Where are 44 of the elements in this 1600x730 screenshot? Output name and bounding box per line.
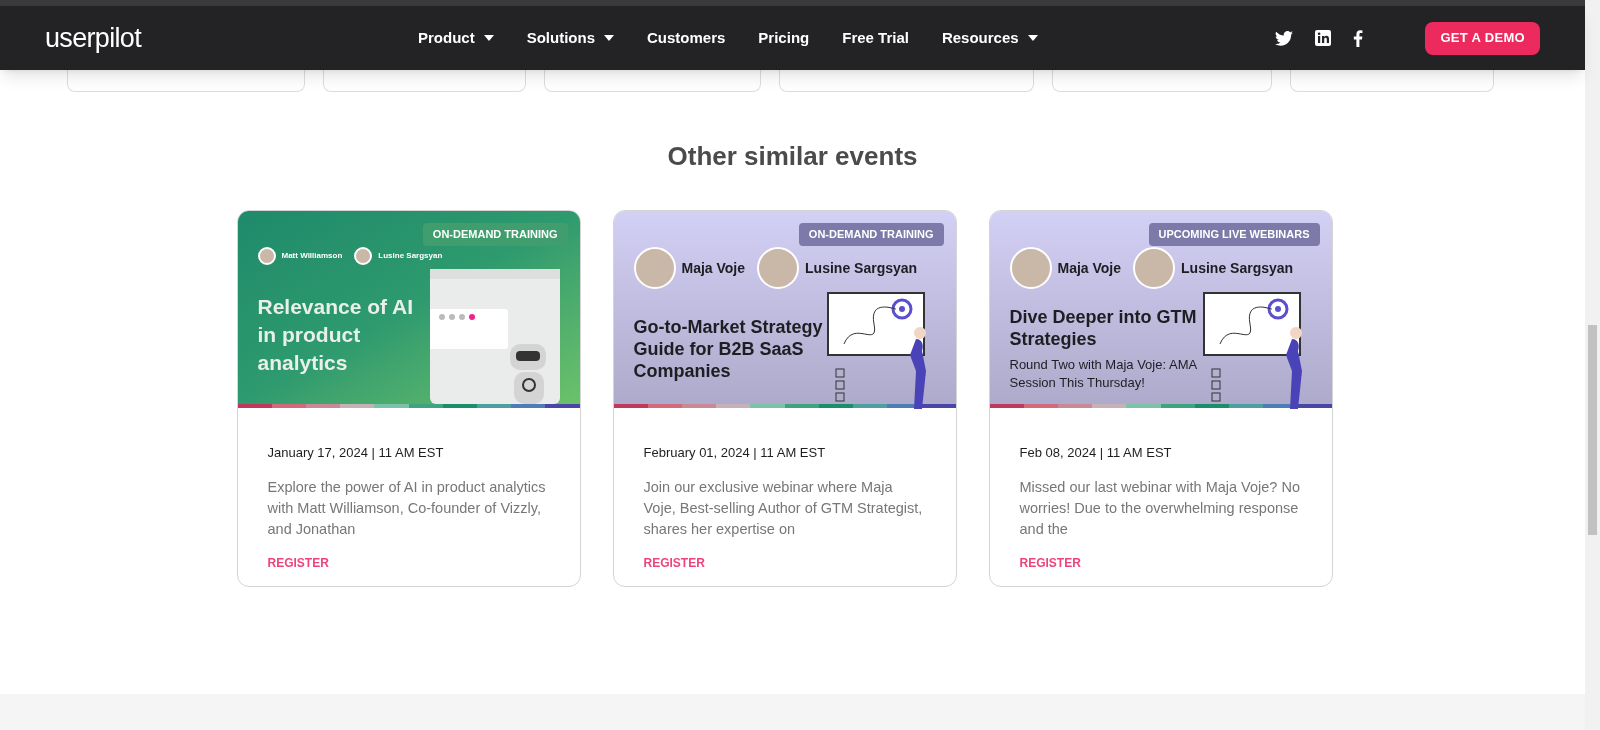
caret-icon [483, 35, 494, 41]
nav-link[interactable]: Product [418, 26, 494, 50]
event-date: February 01, 2024 | 11 AM EST [643, 444, 827, 462]
speaker-name: Lusine Sargsyan [1181, 258, 1294, 278]
category-badge: ON-DEMAND TRAINING [422, 223, 568, 246]
register-link[interactable]: REGISTER [267, 553, 329, 572]
twitter-icon[interactable] [1275, 30, 1294, 46]
category-badge: UPCOMING LIVE WEBINARS [1148, 223, 1320, 246]
avatar [633, 247, 676, 289]
speaker-name: Maja Voje [681, 258, 746, 278]
caret-icon [1027, 35, 1038, 41]
banner-headline: Go-to-Market Strategy Guide for B2B SaaS Companies [633, 316, 824, 382]
scrollbar[interactable] [1585, 0, 1600, 730]
banner-subheadline: Round Two with Maja Voje: AMA Session This Thursday! [1009, 356, 1198, 392]
avatar [1133, 247, 1176, 289]
event-date: January 17, 2024 | 11 AM EST [267, 444, 445, 462]
avatar [757, 247, 800, 289]
get-a-demo-button[interactable]: GET A DEMO [1425, 21, 1540, 55]
avatar [1009, 247, 1052, 289]
event-date: Feb 08, 2024 | 11 AM EST [1019, 444, 1173, 462]
event-description: Missed our last webinar with Maja Voje? No worries! Due to the overwhelming response and the [1019, 477, 1301, 539]
userpilot-logo[interactable]: userpilot [45, 17, 325, 59]
speaker-name: Lusine Sargsyan [805, 258, 918, 278]
banner-headline: Relevance of AI in product analytics [257, 293, 415, 376]
speaker-name: Maja Voje [1057, 258, 1122, 278]
category-badge: ON-DEMAND TRAINING [798, 223, 944, 246]
nav-link[interactable]: Solutions [526, 26, 614, 50]
nav-link[interactable]: Resources [941, 26, 1038, 50]
event-description: Explore the power of AI in product analytics with Matt Williamson, Co-founder of Vizzly, and Jonathan [267, 477, 547, 539]
speaker-name: Lusine Sargsyan [378, 250, 443, 262]
event-description: Join our exclusive webinar where Maja Voje, Best-selling Author of GTM Strategist, shares her expertise on [643, 477, 924, 539]
avatar [257, 247, 276, 265]
linkedin-icon[interactable] [1315, 30, 1332, 46]
banner-headline: Dive Deeper into GTM Strategies [1009, 306, 1198, 350]
section-heading: Other similar events [666, 140, 919, 173]
nav-link[interactable]: Free Trial [842, 26, 909, 50]
nav-link[interactable]: Pricing [758, 26, 810, 50]
speaker-name: Matt Williamson [281, 250, 343, 262]
facebook-icon[interactable] [1353, 29, 1364, 47]
register-link[interactable]: REGISTER [1019, 553, 1081, 572]
avatar [354, 247, 373, 265]
caret-icon [604, 35, 614, 41]
nav-link[interactable]: Customers [647, 26, 726, 50]
register-link[interactable]: REGISTER [643, 553, 705, 572]
